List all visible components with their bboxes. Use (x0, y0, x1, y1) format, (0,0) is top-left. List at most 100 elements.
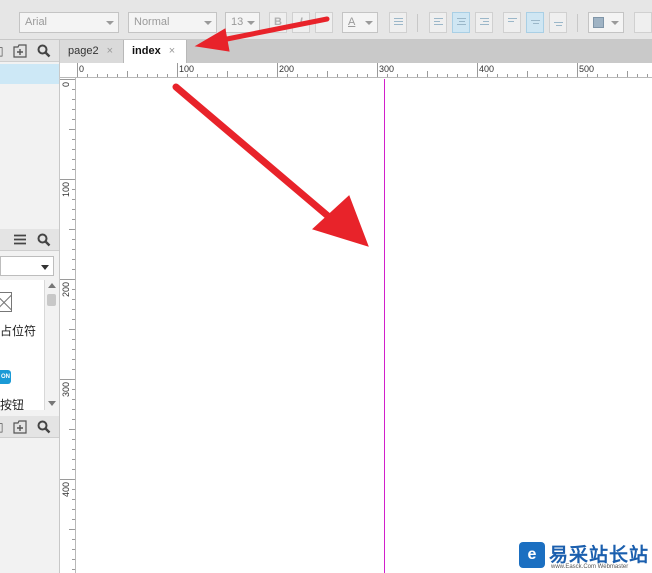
tab-page2[interactable]: page2 × (60, 40, 124, 63)
ruler-tick (72, 459, 75, 460)
scroll-up-icon[interactable] (48, 283, 56, 288)
chevron-down-icon (365, 21, 373, 25)
scroll-thumb[interactable] (47, 294, 56, 306)
ruler-tick (72, 319, 75, 320)
valign-top-button[interactable] (503, 12, 521, 33)
add-master-icon[interactable]: ▯ (0, 420, 4, 434)
fill-color-button[interactable] (588, 12, 624, 33)
border-button[interactable] (634, 12, 652, 33)
ruler-tick (72, 549, 75, 550)
ruler-tick (72, 519, 75, 520)
ruler-tick (487, 74, 488, 77)
ruler-tick (307, 74, 308, 77)
ruler-tick (237, 74, 238, 77)
search-icon[interactable] (37, 44, 51, 58)
ruler-tick (257, 74, 258, 77)
ruler-tick (60, 379, 75, 380)
ruler-tick (177, 63, 178, 77)
font-color-button[interactable]: A (342, 12, 378, 33)
library-scrollbar[interactable] (44, 280, 58, 410)
list-icon (394, 18, 403, 27)
valign-bottom-button[interactable] (549, 12, 567, 33)
design-canvas[interactable] (77, 79, 652, 573)
bold-button[interactable]: B (269, 12, 287, 33)
font-size-select[interactable]: 13 (225, 12, 260, 33)
ruler-tick (267, 74, 268, 77)
valign-middle-icon (531, 20, 540, 29)
search-icon[interactable] (37, 233, 51, 247)
library-select[interactable] (0, 256, 54, 276)
add-page-icon[interactable]: ▯ (0, 44, 4, 58)
ruler-tick (207, 74, 208, 77)
ruler-tick (227, 71, 228, 77)
ruler-tick (217, 74, 218, 77)
ruler-tick (72, 369, 75, 370)
font-size-value: 13 (231, 16, 244, 28)
ruler-tick (587, 74, 588, 77)
widgets-panel-header (0, 229, 59, 251)
ruler-tick (137, 74, 138, 77)
tab-index[interactable]: index × (124, 40, 187, 63)
ruler-tick (72, 159, 75, 160)
ruler-tick (72, 99, 75, 100)
vertical-ruler: 0 100 200 300 400 (60, 78, 76, 573)
font-style-select[interactable]: Normal (128, 12, 217, 33)
ruler-tick (69, 229, 75, 230)
ruler-tick (60, 79, 75, 80)
widget-button-label[interactable]: 按钮 (0, 396, 24, 413)
ruler-tick (397, 74, 398, 77)
underline-button[interactable] (315, 12, 333, 33)
ruler-tick (117, 74, 118, 77)
ruler-tick (287, 74, 288, 77)
ruler-tick (517, 74, 518, 77)
image-placeholder-icon[interactable] (0, 292, 12, 312)
ruler-tick (317, 74, 318, 77)
ruler-tick (77, 63, 78, 77)
valign-middle-button[interactable] (526, 12, 544, 33)
sitemap-selected-row[interactable] (0, 64, 59, 84)
ruler-tick (327, 71, 328, 77)
scroll-down-icon[interactable] (48, 401, 56, 406)
align-right-button[interactable] (475, 12, 493, 33)
ruler-tick (417, 74, 418, 77)
bullet-list-button[interactable] (389, 12, 407, 33)
ruler-tick (72, 389, 75, 390)
ruler-tick (467, 74, 468, 77)
ruler-tick (72, 299, 75, 300)
horizontal-ruler: 0 100 200 300 400 500 (60, 63, 652, 78)
menu-icon[interactable] (14, 234, 26, 245)
ruler-tick (69, 129, 75, 130)
ruler-tick (72, 109, 75, 110)
ruler-label: 500 (579, 64, 595, 74)
ruler-label: 200 (61, 282, 71, 298)
ruler-label: 100 (179, 64, 195, 74)
ruler-tick (72, 359, 75, 360)
chevron-down-icon (41, 265, 49, 270)
ruler-tick (147, 74, 148, 77)
close-icon[interactable]: × (107, 45, 113, 57)
ruler-tick (72, 489, 75, 490)
add-folder-icon[interactable] (13, 44, 28, 58)
align-left-button[interactable] (429, 12, 447, 33)
ruler-tick (72, 189, 75, 190)
ruler-tick (72, 509, 75, 510)
widget-placeholder-label[interactable]: 占位符 (0, 322, 36, 339)
sitemap-panel-header: ▯ (0, 40, 59, 62)
align-right-icon (480, 18, 489, 27)
italic-button[interactable]: I (292, 12, 310, 33)
ruler-tick (447, 74, 448, 77)
ruler-tick (477, 63, 478, 77)
ruler-tick (72, 289, 75, 290)
add-folder-icon[interactable] (13, 420, 28, 434)
ruler-tick (72, 449, 75, 450)
vertical-guide-line[interactable] (384, 79, 385, 573)
font-family-select[interactable]: Arial (19, 12, 119, 33)
ruler-tick (187, 74, 188, 77)
format-toolbar: Arial Normal 13 B I A (0, 0, 652, 40)
align-center-button[interactable] (452, 12, 470, 33)
ruler-tick (72, 259, 75, 260)
chevron-down-icon (247, 21, 255, 25)
button-widget-icon[interactable]: ON (0, 370, 11, 384)
close-icon[interactable]: × (169, 45, 175, 57)
search-icon[interactable] (37, 420, 51, 434)
